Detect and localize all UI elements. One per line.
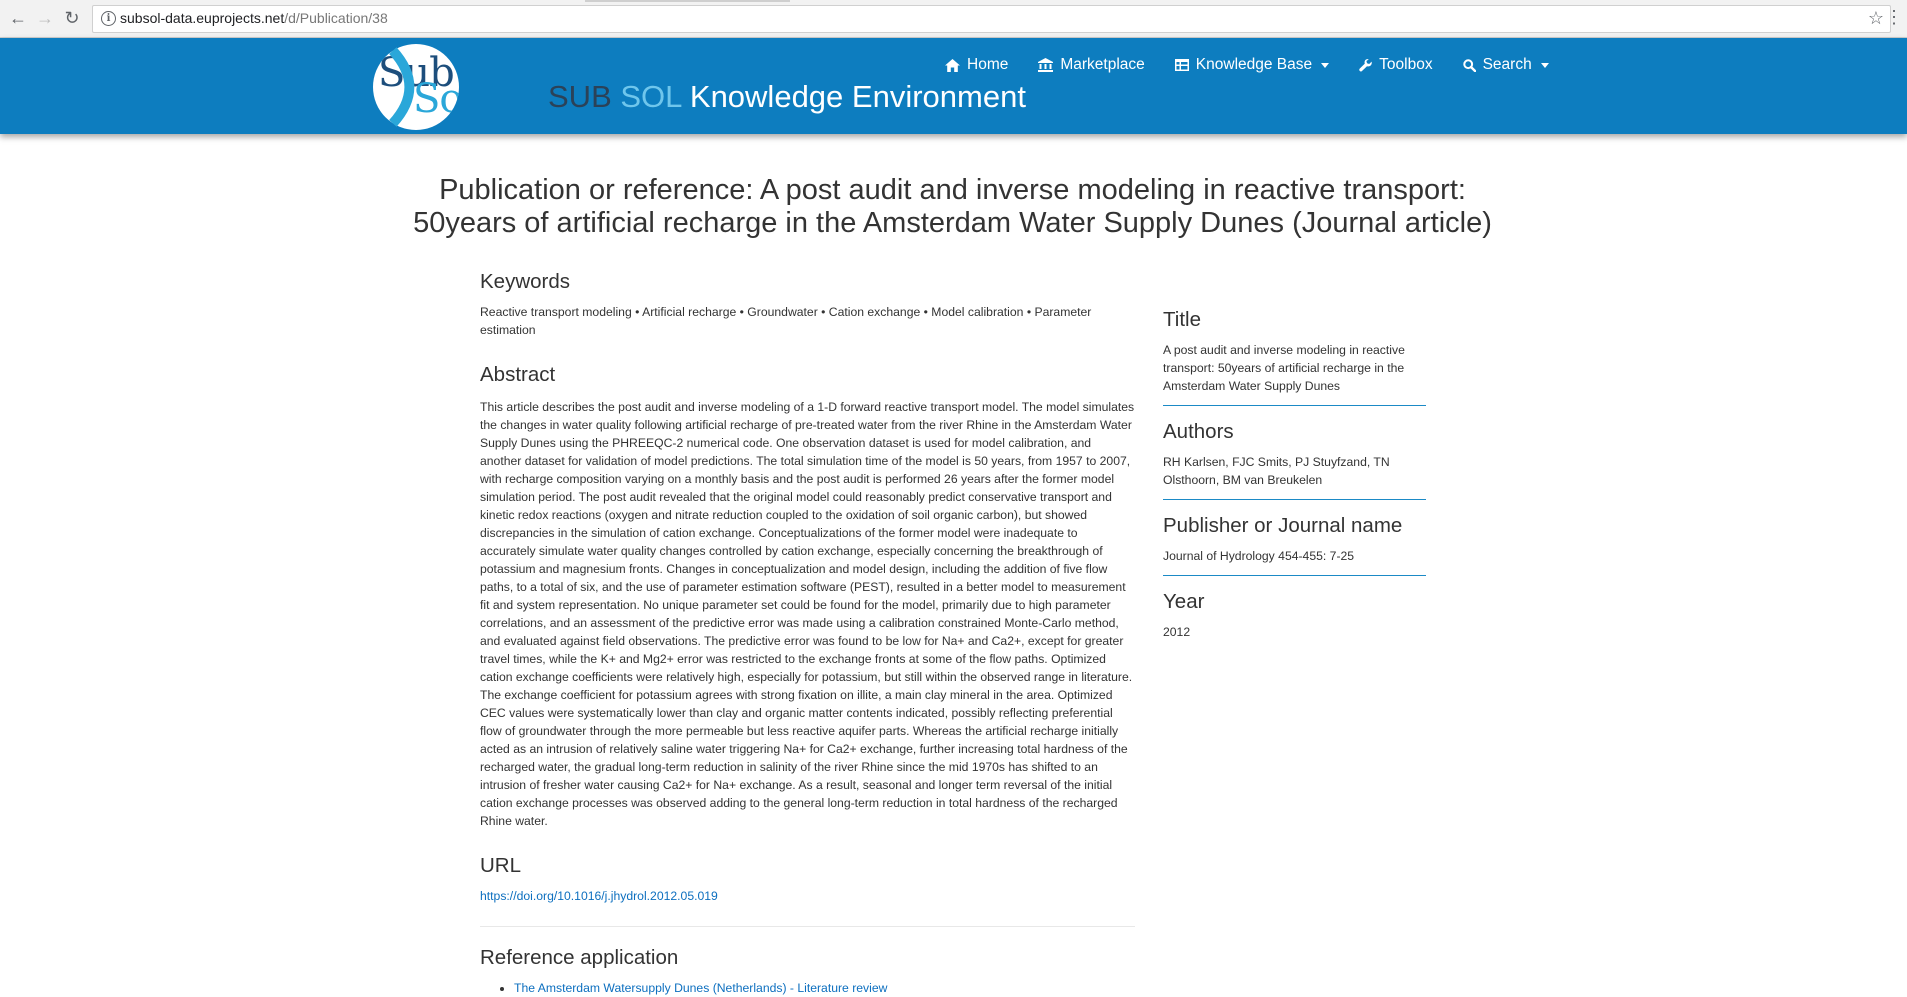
reference-link[interactable]: The Amsterdam Watersupply Dunes (Netherl… — [514, 981, 887, 995]
metadata-sidebar: Title A post audit and inverse modeling … — [1163, 306, 1426, 663]
reload-icon[interactable]: ↻ — [62, 8, 82, 28]
page-title-line-1: Publication or reference: A post audit a… — [439, 174, 1466, 206]
section-divider — [480, 926, 1135, 927]
back-arrow-icon[interactable]: ← — [8, 8, 28, 28]
keywords-heading: Keywords — [480, 270, 571, 293]
site-title-sol: SOL — [620, 79, 682, 114]
browser-toolbar: ← → ↻ i subsol-data.euprojects.net/d/Pub… — [0, 0, 1907, 38]
address-bar[interactable]: i subsol-data.euprojects.net/d/Publicati… — [92, 5, 1891, 33]
chevron-down-icon — [1321, 62, 1330, 68]
nav-marketplace[interactable]: Marketplace — [1023, 54, 1159, 76]
authors-heading: Authors — [1163, 420, 1234, 443]
page-title-line-2: 50years of artificial recharge in the Am… — [413, 207, 1492, 239]
year-value: 2012 — [1163, 625, 1191, 639]
url-path: /d/Publication/38 — [284, 10, 388, 26]
publisher-heading: Publisher or Journal name — [1163, 514, 1403, 537]
bookmark-star-icon[interactable]: ☆ — [1868, 8, 1884, 29]
page-title: Publication or reference: A post audit a… — [360, 174, 1545, 240]
site-title: SUB SOL Knowledge Environment — [548, 79, 1026, 115]
sidebar-title-block: Title A post audit and inverse modeling … — [1163, 306, 1426, 406]
abstract-text: This article describes the post audit an… — [480, 400, 1135, 828]
tab-strip — [585, 0, 790, 2]
authors-value: RH Karlsen, FJC Smits, PJ Stuyfzand, TN … — [1163, 455, 1390, 487]
main-nav: Home Marketplace Knowledge Base Toolbox … — [930, 54, 1564, 76]
home-icon — [945, 58, 960, 72]
list-item: The Amsterdam Watersupply Dunes (Netherl… — [514, 979, 1135, 997]
sidebar-authors-block: Authors RH Karlsen, FJC Smits, PJ Stuyfz… — [1163, 418, 1426, 500]
keywords-list: Reactive transport modeling • Artificial… — [480, 305, 1092, 337]
logo-wave-icon — [389, 47, 415, 127]
nav-home-label: Home — [967, 56, 1009, 73]
doi-link[interactable]: https://doi.org/10.1016/j.jhydrol.2012.0… — [480, 889, 718, 903]
browser-menu-icon[interactable]: ⋮ — [1885, 7, 1903, 27]
nav-toolbox-label: Toolbox — [1379, 56, 1433, 73]
year-heading: Year — [1163, 590, 1205, 613]
url-heading: URL — [480, 854, 522, 877]
sidebar-year-block: Year 2012 — [1163, 588, 1426, 651]
nav-knowledge-base[interactable]: Knowledge Base — [1160, 54, 1344, 76]
bank-icon — [1038, 58, 1054, 72]
nav-toolbox[interactable]: Toolbox — [1344, 54, 1447, 76]
sidebar-publisher-block: Publisher or Journal name Journal of Hyd… — [1163, 512, 1426, 576]
abstract-heading: Abstract — [480, 363, 556, 386]
site-title-sub: SUB — [548, 79, 612, 114]
info-icon[interactable]: i — [101, 11, 116, 26]
site-title-rest: Knowledge Environment — [689, 79, 1026, 114]
main-content: Keywords Reactive transport modeling • A… — [480, 268, 1135, 997]
search-icon — [1462, 58, 1476, 72]
site-header: Sub Sol SUB SOL Knowledge Environment Ho… — [0, 38, 1907, 134]
reference-list: The Amsterdam Watersupply Dunes (Netherl… — [480, 979, 1135, 997]
title-value: A post audit and inverse modeling in rea… — [1163, 343, 1405, 393]
table-icon — [1174, 59, 1189, 71]
publisher-value: Journal of Hydrology 454-455: 7-25 — [1163, 549, 1355, 563]
nav-home[interactable]: Home — [930, 54, 1023, 76]
wrench-icon — [1359, 58, 1372, 71]
forward-arrow-icon[interactable]: → — [35, 8, 55, 28]
url-host: subsol-data.euprojects.net — [120, 10, 285, 26]
nav-knowledge-base-label: Knowledge Base — [1195, 56, 1313, 73]
nav-search-label: Search — [1482, 56, 1532, 73]
chevron-down-icon — [1540, 62, 1549, 68]
nav-search[interactable]: Search — [1448, 54, 1564, 76]
nav-marketplace-label: Marketplace — [1060, 56, 1145, 73]
url-text[interactable]: subsol-data.euprojects.net/d/Publication… — [120, 10, 388, 26]
title-heading: Title — [1163, 308, 1201, 331]
reference-application-heading: Reference application — [480, 946, 679, 969]
